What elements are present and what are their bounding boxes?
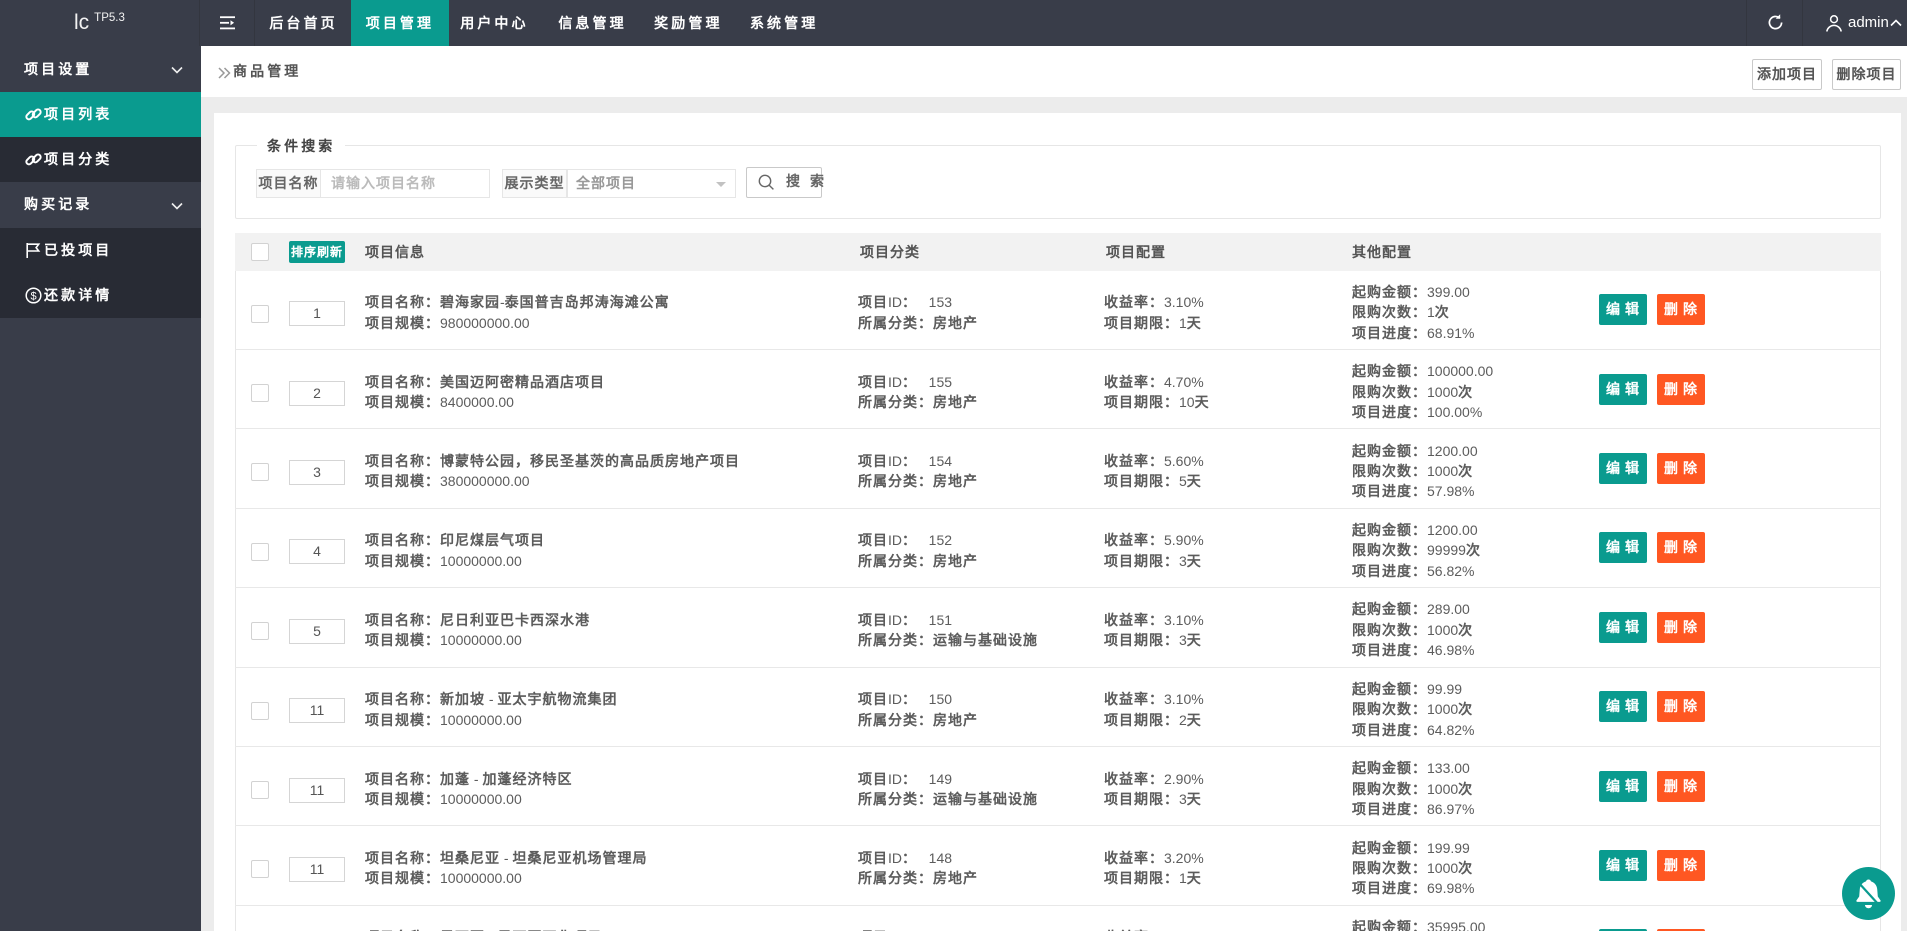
svg-text:$: $	[30, 290, 36, 302]
